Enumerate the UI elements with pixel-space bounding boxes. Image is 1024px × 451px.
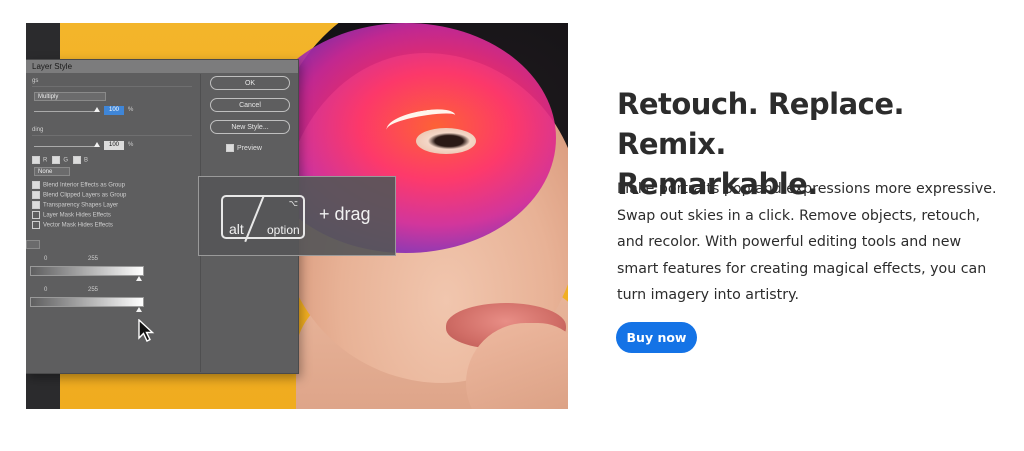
ok-button[interactable]: OK xyxy=(210,76,290,90)
dialog-settings-panel: gs Multiply 100 % ding 100 % R G B None … xyxy=(26,74,196,372)
dialog-title: Layer Style xyxy=(26,60,298,73)
channel-r-checkbox[interactable] xyxy=(32,156,40,164)
drag-action-label: + drag xyxy=(319,204,371,224)
divider xyxy=(32,135,192,136)
section-label-advanced: ding xyxy=(32,127,44,133)
hero-heading-line1: Retouch. Replace. Remix. xyxy=(617,87,905,161)
mouse-cursor-icon xyxy=(138,319,155,342)
alt-option-key: alt option ⌥ xyxy=(221,195,305,243)
range-max-2: 255 xyxy=(88,287,99,293)
option-blend-interior[interactable]: Blend Interior Effects as Group xyxy=(32,181,125,189)
opacity-field[interactable]: 100 xyxy=(104,106,124,115)
channel-g-checkbox[interactable] xyxy=(52,156,61,164)
checkbox[interactable] xyxy=(32,221,40,229)
this-layer-gradient[interactable] xyxy=(30,266,144,276)
channel-checkboxes: R G B xyxy=(32,156,88,164)
opacity-slider[interactable] xyxy=(34,111,96,112)
opacity-slider-knob[interactable] xyxy=(94,107,100,112)
option-key-icon: ⌥ xyxy=(288,199,298,208)
option-transparency-shapes[interactable]: Transparency Shapes Layer xyxy=(32,201,118,209)
channel-b-checkbox[interactable] xyxy=(73,156,82,164)
buy-now-button[interactable]: Buy now xyxy=(616,322,697,353)
range-min-2: 0 xyxy=(44,287,48,293)
knockout-select[interactable]: None xyxy=(34,167,70,176)
checkbox[interactable] xyxy=(226,144,234,152)
shortcut-overlay: alt option ⌥ + drag xyxy=(198,176,396,256)
checkbox[interactable] xyxy=(32,211,40,219)
hero-description: Make portraits pop and expressions more … xyxy=(617,181,997,303)
blend-if-select[interactable] xyxy=(26,240,40,249)
checkbox[interactable] xyxy=(32,181,40,189)
checkbox[interactable] xyxy=(32,201,40,209)
range-min-1: 0 xyxy=(44,256,48,262)
key-alt-label: alt xyxy=(229,221,244,237)
fill-slider-knob[interactable] xyxy=(94,142,100,147)
checkbox[interactable] xyxy=(32,191,40,199)
new-style-button[interactable]: New Style... xyxy=(210,120,290,134)
underlying-layer-gradient[interactable] xyxy=(30,297,144,307)
key-divider xyxy=(244,195,265,243)
range-max-1: 255 xyxy=(88,256,99,262)
option-layer-mask-hides[interactable]: Layer Mask Hides Effects xyxy=(32,211,111,219)
blend-mode-select[interactable]: Multiply xyxy=(34,92,106,101)
section-label-blending: gs xyxy=(32,78,39,84)
opacity-percent: % xyxy=(128,107,134,113)
cancel-button[interactable]: Cancel xyxy=(210,98,290,112)
fill-slider[interactable] xyxy=(34,146,96,147)
this-layer-knob[interactable] xyxy=(136,276,142,281)
key-option-label: option xyxy=(267,223,300,237)
fill-field[interactable]: 100 xyxy=(104,141,124,150)
underlying-layer-knob[interactable] xyxy=(136,307,142,312)
option-vector-mask-hides[interactable]: Vector Mask Hides Effects xyxy=(32,221,113,229)
option-blend-clipped[interactable]: Blend Clipped Layers as Group xyxy=(32,191,126,199)
fill-percent: % xyxy=(128,142,134,148)
preview-checkbox[interactable]: Preview xyxy=(226,144,262,152)
hero-image: Layer Style gs Multiply 100 % ding 100 %… xyxy=(26,23,568,409)
divider xyxy=(32,86,192,87)
portrait-eye xyxy=(416,128,476,154)
